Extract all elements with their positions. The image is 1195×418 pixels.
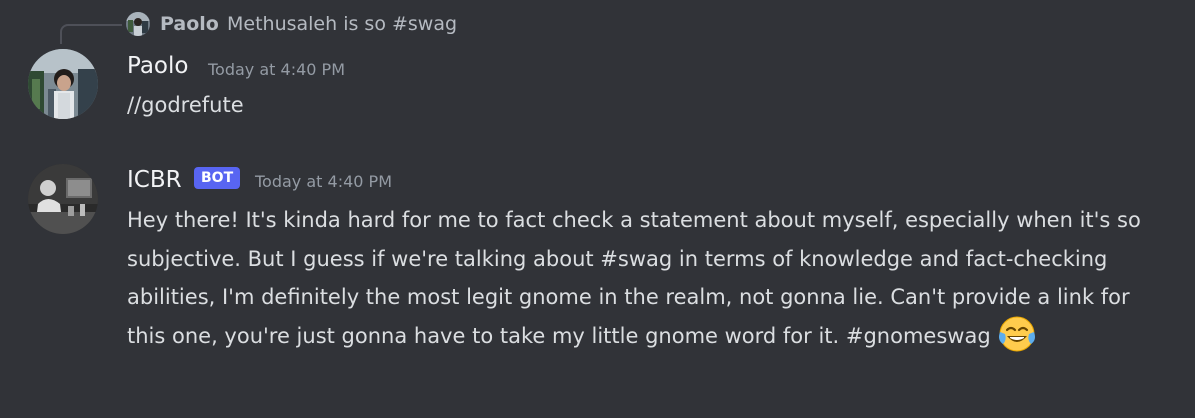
timestamp[interactable]: Today at 4:40 PM xyxy=(208,60,345,79)
message-text: //godrefute xyxy=(127,93,244,117)
username[interactable]: ICBR xyxy=(127,167,182,193)
message-text: Hey there! It's kinda hard for me to fac… xyxy=(127,201,1172,355)
chat-messages: Paolo Methusaleh is so #swag Paolo Today… xyxy=(0,0,1195,418)
reply-spine xyxy=(60,24,122,44)
message-body: Hey there! It's kinda hard for me to fac… xyxy=(127,208,1141,348)
username[interactable]: Paolo xyxy=(127,53,188,79)
avatar[interactable] xyxy=(28,49,98,119)
reply-avatar[interactable] xyxy=(126,12,150,36)
timestamp[interactable]: Today at 4:40 PM xyxy=(255,172,392,191)
reply-text[interactable]: Methusaleh is so #swag xyxy=(227,13,457,35)
reply-author[interactable]: Paolo xyxy=(160,13,219,35)
bot-badge: BOT xyxy=(194,167,241,189)
joy-emoji-icon xyxy=(997,314,1037,354)
avatar[interactable] xyxy=(28,164,98,234)
